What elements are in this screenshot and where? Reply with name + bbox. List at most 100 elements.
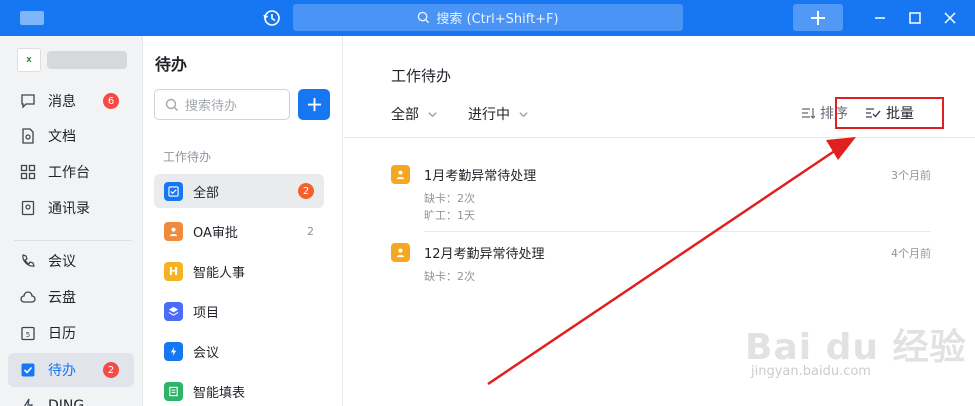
nav-item-contacts[interactable]: 通讯录	[8, 191, 134, 225]
contacts-icon	[20, 200, 36, 216]
todo-title: 1月考勤异常待处理	[424, 169, 537, 184]
category-smart-hr[interactable]: H 智能人事	[154, 254, 324, 288]
nav-item-workbench[interactable]: 工作台	[8, 155, 134, 189]
plus-icon	[307, 97, 321, 112]
svg-text:5: 5	[26, 331, 30, 339]
org-switcher[interactable]: X	[17, 48, 127, 72]
ding-icon	[20, 398, 36, 406]
nav-item-label: 待办	[48, 363, 76, 379]
filter-type-dropdown[interactable]: 全部	[391, 104, 438, 124]
hr-icon: H	[164, 261, 183, 281]
batch-check-icon	[866, 108, 881, 118]
layers-icon	[164, 301, 183, 321]
calendar-icon: 5	[20, 325, 36, 341]
checkbox-icon	[20, 362, 36, 378]
nav-item-label: 日历	[48, 326, 76, 342]
todo-badge: 2	[103, 362, 119, 378]
minimize-icon	[875, 17, 885, 19]
add-todo-button[interactable]	[298, 89, 330, 120]
filter-status-dropdown[interactable]: 进行中	[468, 104, 529, 124]
nav-divider	[14, 240, 132, 241]
person-icon	[391, 165, 410, 184]
filter-type-label: 全部	[391, 107, 419, 123]
global-search-placeholder: 搜索 (Ctrl+Shift+F)	[436, 12, 559, 27]
category-smart-form[interactable]: 智能填表	[154, 374, 324, 406]
todo-time: 4个月前	[891, 247, 931, 260]
batch-label: 批量	[886, 106, 914, 122]
minimize-button[interactable]	[870, 8, 890, 28]
global-search-input[interactable]: 搜索 (Ctrl+Shift+F)	[293, 4, 683, 31]
todo-detail: 缺卡：2次	[424, 192, 475, 205]
cloud-icon	[20, 289, 36, 305]
close-icon	[944, 12, 956, 24]
panel-title: 待办	[155, 55, 188, 74]
category-label: 全部	[193, 185, 220, 201]
search-icon	[165, 98, 178, 111]
todo-category-panel: 待办 搜索待办 工作待办 全部 2 OA审批 2 H 智能人事 项目 会议 智能…	[143, 36, 343, 406]
category-count: 2	[298, 183, 314, 199]
check-square-icon	[164, 181, 183, 201]
org-name-blurred	[47, 51, 127, 69]
org-logo: X	[17, 48, 41, 72]
category-label: 智能填表	[193, 385, 246, 401]
category-all[interactable]: 全部 2	[154, 174, 324, 208]
app-logo	[20, 11, 44, 25]
plus-icon	[811, 10, 825, 25]
baidu-watermark: Bai du 经验 jingyan.baidu.com	[745, 318, 966, 388]
header-divider	[344, 137, 975, 138]
category-project[interactable]: 项目	[154, 294, 324, 328]
nav-item-cloud[interactable]: 云盘	[8, 280, 134, 314]
maximize-button[interactable]	[905, 8, 925, 28]
phone-icon	[20, 253, 36, 269]
category-label: OA审批	[193, 225, 238, 241]
category-oa-approval[interactable]: OA审批 2	[154, 214, 324, 248]
nav-item-label: 云盘	[48, 290, 76, 306]
nav-item-ding[interactable]: DING	[8, 389, 134, 406]
category-meeting[interactable]: 会议	[154, 334, 324, 368]
todo-search-input[interactable]: 搜索待办	[154, 89, 290, 120]
nav-item-docs[interactable]: 文档	[8, 119, 134, 153]
maximize-icon	[909, 12, 921, 24]
close-button[interactable]	[940, 8, 960, 28]
chat-icon	[20, 93, 36, 109]
left-navigation: X 消息 6 文档 工作台 通讯录 会议 云盘 5 日历 待办 2 DING	[0, 36, 143, 406]
person-icon	[391, 243, 410, 262]
batch-button[interactable]: 批量	[835, 97, 944, 129]
nav-item-label: 会议	[48, 254, 76, 270]
item-divider	[424, 231, 931, 232]
watermark-text: Bai du 经验	[745, 327, 967, 368]
category-label: 智能人事	[193, 265, 246, 281]
lightning-icon	[164, 341, 183, 361]
category-count: 2	[307, 224, 314, 238]
nav-item-label: 消息	[48, 94, 76, 110]
form-icon	[164, 381, 183, 401]
category-label: 会议	[193, 345, 220, 361]
nav-item-label: 工作台	[48, 165, 90, 181]
create-button[interactable]	[793, 4, 843, 31]
nav-item-label: DING	[48, 398, 85, 406]
person-icon	[164, 221, 183, 241]
nav-item-label: 文档	[48, 129, 76, 145]
section-heading: 工作待办	[163, 150, 212, 164]
grid-icon	[20, 164, 36, 180]
nav-item-meeting[interactable]: 会议	[8, 244, 134, 278]
watermark-url: jingyan.baidu.com	[751, 364, 871, 379]
todo-title: 12月考勤异常待处理	[424, 247, 545, 262]
category-label: 项目	[193, 305, 220, 321]
document-icon	[20, 128, 36, 144]
list-title: 工作待办	[391, 67, 452, 85]
todo-detail: 缺卡：2次	[424, 270, 475, 283]
sort-icon	[802, 108, 815, 119]
chevron-down-icon	[519, 111, 528, 117]
todo-detail: 旷工：1天	[424, 209, 475, 222]
title-bar: 搜索 (Ctrl+Shift+F)	[0, 0, 975, 36]
unread-badge: 6	[103, 93, 119, 109]
nav-item-calendar[interactable]: 5 日历	[8, 316, 134, 350]
chevron-down-icon	[428, 111, 437, 117]
nav-item-label: 通讯录	[48, 201, 90, 217]
todo-search-placeholder: 搜索待办	[185, 99, 238, 114]
history-icon[interactable]	[262, 8, 282, 28]
filter-status-label: 进行中	[468, 107, 510, 123]
search-icon	[418, 11, 430, 24]
todo-time: 3个月前	[891, 169, 931, 182]
